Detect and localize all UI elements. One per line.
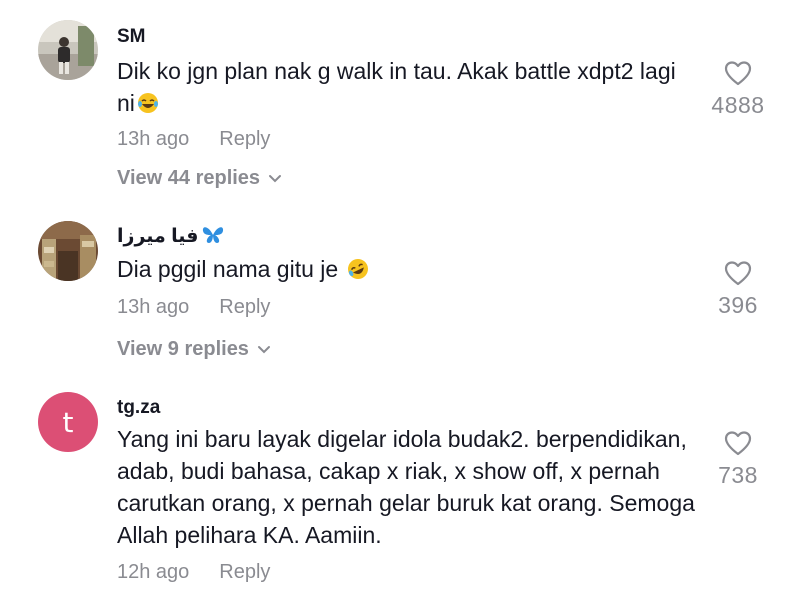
timestamp: 13h ago: [117, 128, 190, 150]
heart-icon[interactable]: [724, 260, 752, 286]
view-replies-button[interactable]: View 9 replies: [117, 338, 271, 361]
comment-text: Dia pggil nama gitu je: [117, 253, 697, 285]
like-count: 396: [718, 292, 758, 318]
username[interactable]: فيا ميرزا: [117, 225, 224, 248]
like-section: 4888: [698, 60, 778, 119]
comment-text: Dik ko jgn plan nak g walk in tau. Akak …: [117, 58, 676, 116]
timestamp: 12h ago: [117, 561, 190, 583]
view-replies-label: View 44 replies: [117, 167, 261, 189]
butterfly-emoji: [203, 227, 224, 243]
timestamp: 13h ago: [117, 296, 190, 318]
heart-icon[interactable]: [724, 60, 752, 86]
avatar[interactable]: t: [38, 392, 98, 452]
like-section: 738: [698, 430, 778, 489]
avatar[interactable]: [38, 221, 98, 281]
view-replies-label: View 9 replies: [117, 338, 249, 360]
avatar-letter: t: [62, 405, 74, 439]
reply-button[interactable]: Reply: [219, 561, 270, 583]
rolling-laughing-emoji: [347, 259, 368, 279]
laughing-tears-emoji: [137, 93, 158, 113]
comment-meta: 13h ago Reply: [117, 296, 270, 319]
chevron-down-icon: [257, 345, 270, 353]
username[interactable]: SM: [117, 26, 146, 48]
username-text: فيا ميرزا: [117, 226, 199, 247]
comment-meta: 12h ago Reply: [117, 561, 270, 584]
like-count: 738: [718, 462, 758, 488]
comment-meta: 13h ago Reply: [117, 128, 270, 151]
avatar[interactable]: [38, 20, 98, 80]
reply-button[interactable]: Reply: [219, 296, 270, 318]
view-replies-button[interactable]: View 44 replies: [117, 167, 282, 190]
reply-button[interactable]: Reply: [219, 128, 270, 150]
chevron-down-icon: [269, 174, 282, 182]
heart-icon[interactable]: [724, 430, 752, 456]
like-count: 4888: [711, 92, 765, 118]
username[interactable]: tg.za: [117, 397, 160, 419]
like-section: 396: [698, 260, 778, 319]
comment-text: Yang ini baru layak digelar idola budak2…: [117, 426, 695, 548]
